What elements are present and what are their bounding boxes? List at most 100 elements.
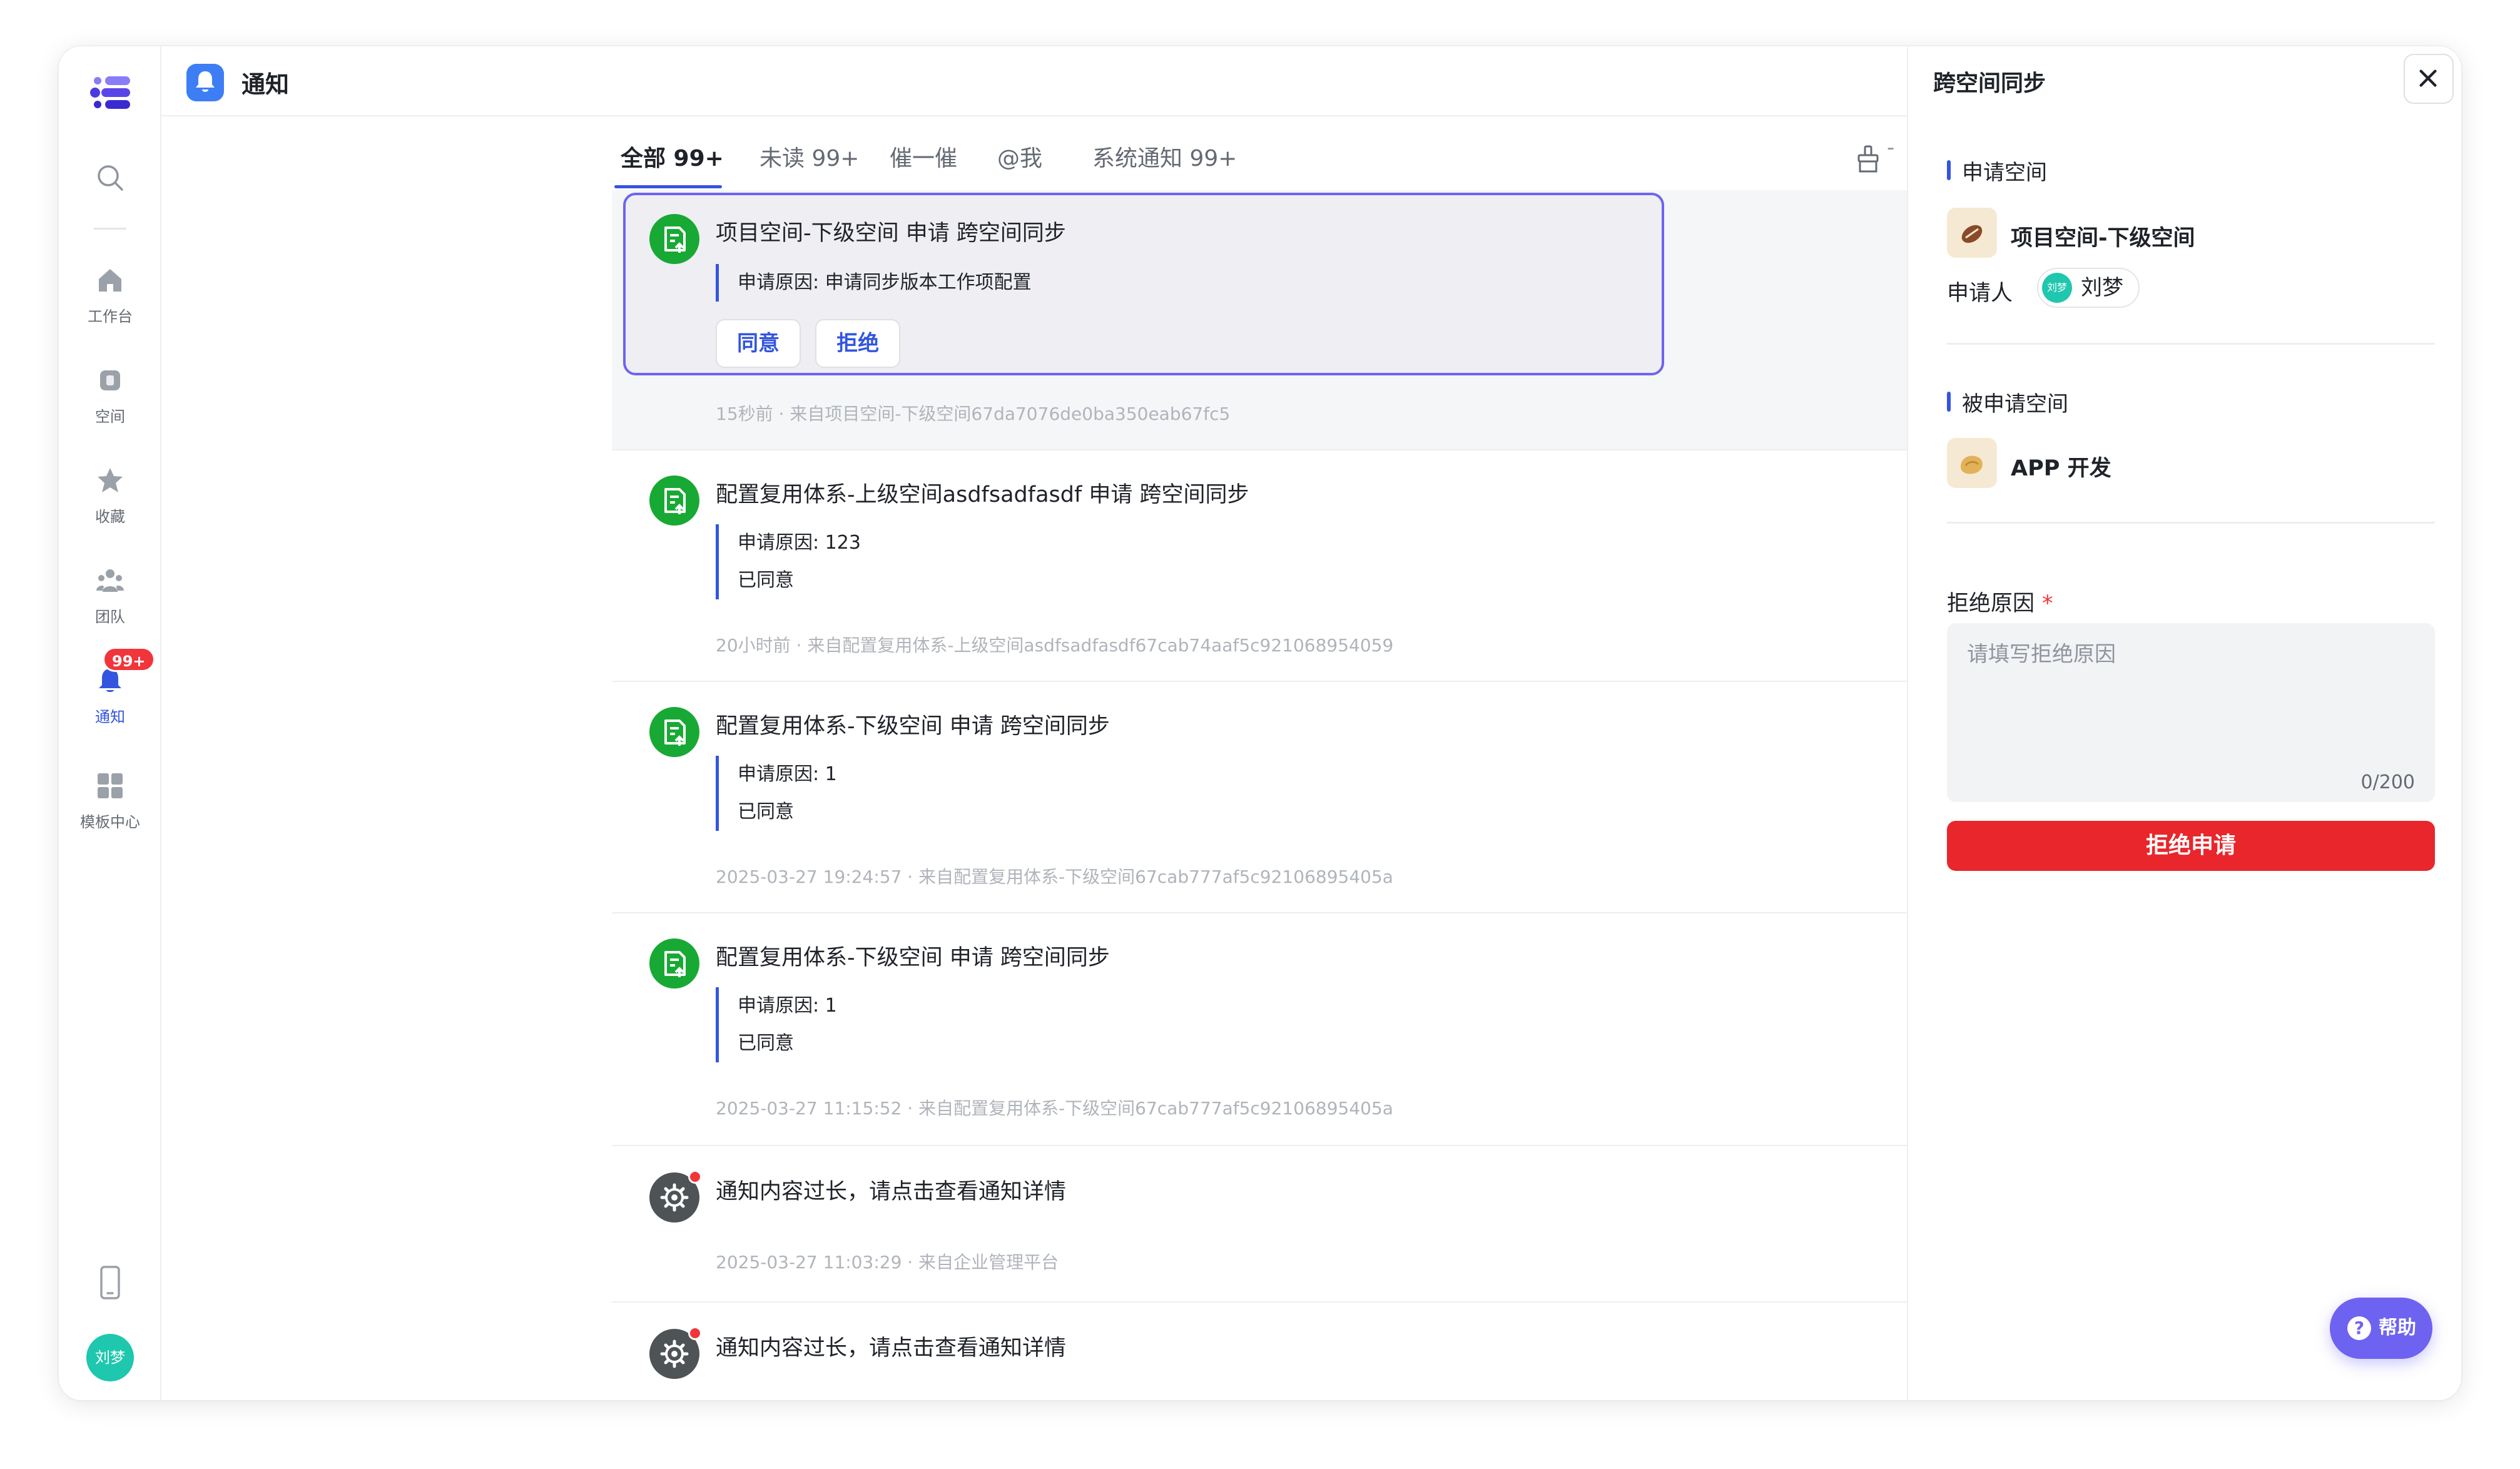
sidebar-item-label: 工作台 <box>88 308 133 325</box>
help-label: 帮助 <box>2379 1317 2416 1339</box>
notification-meta: 2025-03-27 11:03:29 · 来自企业管理平台 <box>716 1252 1059 1273</box>
sync-request-icon <box>649 475 699 526</box>
app-logo-icon[interactable] <box>89 74 133 111</box>
clear-all-icon[interactable] <box>1856 145 1881 173</box>
applicant-chip[interactable]: 刘梦 刘梦 <box>2037 268 2140 308</box>
mobile-icon[interactable] <box>95 1265 125 1300</box>
notification-title: 配置复用体系-下级空间 申请 跨空间同步 <box>716 945 1110 970</box>
notification-reason: 申请原因: 1 已同意 <box>716 756 837 831</box>
notification-meta: 2025-03-27 11:15:52 · 来自配置复用体系-下级空间67cab… <box>716 1098 1393 1119</box>
template-icon <box>98 773 123 798</box>
notification-meta: 20小时前 · 来自配置复用体系-上级空间asdfsadfasdf67cab74… <box>716 635 1394 656</box>
notification-item[interactable]: 通知内容过长，请点击查看通知详情 <box>612 1303 1907 1400</box>
target-space-name: APP 开发 <box>2011 456 2111 481</box>
required-mark: * <box>2042 591 2053 616</box>
notification-tabs: 全部 99+ 未读 99+ 催一催 @我 系统通知 99+ <box>614 116 1907 189</box>
sidebar-item-label: 通知 <box>95 708 125 726</box>
sync-request-icon <box>649 707 699 757</box>
reject-button[interactable]: 拒绝 <box>815 319 901 368</box>
reason-text: 申请原因: 1 <box>738 995 837 1017</box>
sidebar-divider <box>94 228 126 230</box>
notification-bell-icon <box>186 64 224 101</box>
help-button[interactable]: ? 帮助 <box>2330 1298 2432 1359</box>
target-space-label: 被申请空间 <box>1947 387 2068 417</box>
apply-space-name: 项目空间-下级空间 <box>2011 226 2195 251</box>
notification-title: 配置复用体系-上级空间asdfsadfasdf 申请 跨空间同步 <box>716 482 1249 507</box>
sidebar-item-workbench[interactable]: 工作台 <box>59 265 161 340</box>
notification-main: 全部 99+ 未读 99+ 催一催 @我 系统通知 99+ - 项目空间-下级空… <box>161 116 1907 1400</box>
sidebar-item-label: 收藏 <box>95 508 125 526</box>
notification-reason: 申请原因: 申请同步版本工作项配置 <box>716 264 1032 302</box>
sidebar-item-label: 模板中心 <box>80 813 140 831</box>
tab-mentions[interactable]: @我 <box>997 140 1042 173</box>
space-avatar-icon <box>1947 438 1997 488</box>
unread-dot <box>688 1170 702 1184</box>
notification-title: 通知内容过长，请点击查看通知详情 <box>716 1179 1067 1204</box>
reason-text: 申请原因: 申请同步版本工作项配置 <box>738 272 1032 293</box>
status-text: 已同意 <box>738 801 794 823</box>
tab-unread[interactable]: 未读 99+ <box>760 140 859 173</box>
notification-actions: 同意 拒绝 <box>716 319 912 368</box>
search-icon[interactable] <box>95 163 125 193</box>
sync-request-icon <box>649 214 699 264</box>
team-icon <box>96 569 124 592</box>
drawer-divider <box>1947 343 2435 345</box>
reject-reason-label: 拒绝原因 * <box>1947 586 2053 618</box>
notification-title: 通知内容过长，请点击查看通知详情 <box>716 1336 1067 1361</box>
sidebar-item-label: 空间 <box>95 408 125 425</box>
char-counter: 0/200 <box>2360 771 2415 793</box>
notification-title: 配置复用体系-下级空间 申请 跨空间同步 <box>716 714 1110 739</box>
star-icon <box>98 468 123 492</box>
user-avatar[interactable]: 刘梦 <box>86 1334 134 1381</box>
active-tab-indicator <box>614 185 722 188</box>
help-icon: ? <box>2347 1316 2371 1340</box>
reject-application-button[interactable]: 拒绝申请 <box>1947 821 2435 871</box>
reject-reason-field: 0/200 <box>1947 623 2435 802</box>
notification-item[interactable]: 通知内容过长，请点击查看通知详情 2025-03-27 11:03:29 · 来… <box>612 1146 1907 1303</box>
reason-text: 申请原因: 1 <box>738 763 837 785</box>
notification-item[interactable]: 配置复用体系-下级空间 申请 跨空间同步 申请原因: 1 已同意 2025-03… <box>612 913 1907 1146</box>
tab-reminders[interactable]: 催一催 <box>890 140 957 173</box>
applicant-label: 申请人 <box>1947 281 2013 306</box>
sidebar-item-favorites[interactable]: 收藏 <box>59 465 161 541</box>
applicant-name: 刘梦 <box>2081 275 2123 300</box>
sidebar-item-team[interactable]: 团队 <box>59 566 161 641</box>
apply-space-label: 申请空间 <box>1947 155 2047 186</box>
home-icon <box>99 269 121 292</box>
close-icon <box>2419 69 2437 87</box>
status-text: 已同意 <box>738 569 794 591</box>
system-settings-icon <box>649 1170 702 1222</box>
sidebar-item-space[interactable]: 空间 <box>59 365 161 440</box>
app-window: 工作台 空间 收藏 团队 99+ 通知 模板中心 刘梦 通知 全部 99+ 未读… <box>59 46 2461 1400</box>
notification-item[interactable]: 配置复用体系-上级空间asdfsadfasdf 申请 跨空间同步 申请原因: 1… <box>612 450 1907 682</box>
close-drawer-button[interactable] <box>2404 54 2454 104</box>
notification-meta: 15秒前 · 来自项目空间-下级空间67da7076de0ba350eab67f… <box>716 404 1231 424</box>
drawer-title: 跨空间同步 <box>1933 71 2046 96</box>
notification-meta: 2025-03-27 19:24:57 · 来自配置复用体系-下级空间67cab… <box>716 867 1393 887</box>
applicant-avatar: 刘梦 <box>2042 273 2072 303</box>
reason-text: 申请原因: 123 <box>738 532 861 554</box>
page-title: 通知 <box>241 71 290 98</box>
notification-item[interactable]: 项目空间-下级空间 申请 跨空间同步 申请原因: 申请同步版本工作项配置 同意 … <box>612 190 1907 450</box>
approve-button[interactable]: 同意 <box>716 319 801 368</box>
status-text: 已同意 <box>738 1032 794 1054</box>
reject-reason-label-text: 拒绝原因 <box>1947 591 2035 616</box>
tabs-more-indicator: - <box>1887 135 1895 160</box>
tab-all[interactable]: 全部 99+ <box>621 140 724 173</box>
notification-reason: 申请原因: 123 已同意 <box>716 524 861 599</box>
notification-title: 项目空间-下级空间 申请 跨空间同步 <box>716 221 1066 246</box>
space-avatar-icon <box>1947 208 1997 258</box>
sidebar-item-templates[interactable]: 模板中心 <box>59 771 161 846</box>
sidebar: 工作台 空间 收藏 团队 99+ 通知 模板中心 刘梦 <box>59 46 161 1400</box>
sync-request-icon <box>649 938 699 989</box>
system-settings-icon <box>649 1326 702 1379</box>
tab-system[interactable]: 系统通知 99+ <box>1092 140 1237 173</box>
sidebar-item-label: 团队 <box>95 608 125 626</box>
sidebar-item-notifications[interactable]: 99+ 通知 <box>59 647 161 741</box>
cross-space-sync-drawer: 跨空间同步 申请空间 项目空间-下级空间 申请人 刘梦 刘梦 被申请空间 APP… <box>1907 46 2461 1400</box>
space-icon <box>100 370 120 390</box>
notification-reason: 申请原因: 1 已同意 <box>716 987 837 1062</box>
unread-dot <box>688 1326 702 1340</box>
notification-count-badge: 99+ <box>103 647 155 672</box>
notification-item[interactable]: 配置复用体系-下级空间 申请 跨空间同步 申请原因: 1 已同意 2025-03… <box>612 682 1907 913</box>
